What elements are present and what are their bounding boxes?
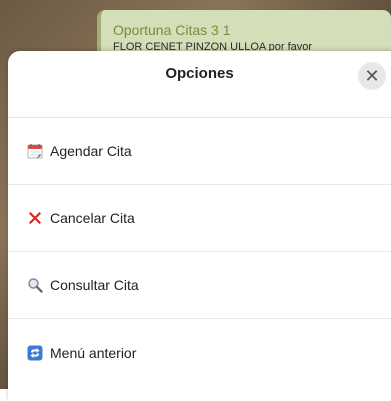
calendar-icon	[26, 142, 44, 160]
magnifier-icon	[26, 276, 44, 294]
cross-mark-icon	[26, 209, 44, 227]
menu-item-agendar-cita[interactable]: Agendar Cita	[8, 118, 391, 185]
close-button[interactable]: ✕	[358, 62, 386, 90]
menu-item-label: Cancelar Cita	[50, 210, 135, 226]
sheet-header: Opciones ✕	[8, 51, 391, 118]
menu-item-label: Agendar Cita	[50, 143, 132, 159]
chat-message-sender: Oportuna Citas 3 1	[113, 22, 231, 38]
menu-item-menu-anterior[interactable]: Menú anterior	[8, 319, 391, 386]
menu-item-label: Menú anterior	[50, 344, 137, 361]
menu-item-consultar-cita[interactable]: Consultar Cita	[8, 252, 391, 319]
menu-item-cancelar-cita[interactable]: Cancelar Cita	[8, 185, 391, 252]
options-sheet: Opciones ✕ Agendar Cita Cancelar Cita Co…	[8, 51, 391, 401]
sheet-title: Opciones	[165, 65, 234, 82]
back-arrow-icon	[26, 344, 44, 362]
menu-item-label: Consultar Cita	[50, 277, 139, 293]
close-icon: ✕	[364, 65, 380, 86]
